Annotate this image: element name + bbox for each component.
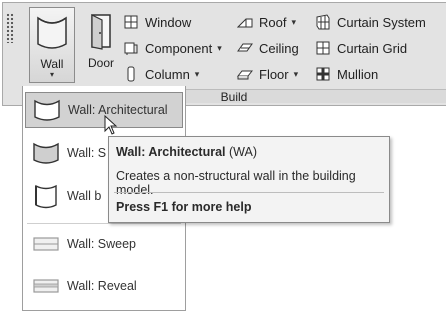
window-label: Window bbox=[145, 14, 192, 30]
menu-item-label: Wall b bbox=[67, 189, 102, 203]
curtain-grid-button[interactable]: Curtain Grid bbox=[315, 39, 407, 57]
floor-label: Floor bbox=[259, 66, 289, 82]
component-icon bbox=[124, 42, 138, 55]
tooltip-title: Wall: Architectural (WA) bbox=[116, 145, 257, 159]
tooltip-title-name: Wall: Architectural bbox=[116, 145, 226, 159]
column-icon bbox=[127, 66, 135, 82]
wall-sweep-icon bbox=[33, 237, 59, 251]
door-icon bbox=[91, 14, 111, 50]
curtain-system-label: Curtain System bbox=[337, 14, 426, 30]
curtain-system-button[interactable]: Curtain System bbox=[315, 13, 426, 31]
mullion-button[interactable]: Mullion bbox=[315, 65, 378, 83]
ceiling-label: Ceiling bbox=[259, 40, 299, 56]
column-button[interactable]: Column ▾ bbox=[123, 65, 199, 83]
mullion-label: Mullion bbox=[337, 66, 379, 82]
roof-label: Roof bbox=[259, 14, 287, 30]
tooltip-shortcut: (WA) bbox=[225, 145, 257, 159]
component-label: Component bbox=[145, 40, 213, 56]
menu-item-label: Wall: S bbox=[67, 146, 107, 160]
wall-button-label: Wall bbox=[40, 57, 64, 71]
ceiling-icon bbox=[237, 43, 253, 52]
wall-reveal-icon bbox=[33, 279, 59, 293]
ceiling-button[interactable]: Ceiling bbox=[237, 39, 299, 57]
curtain-system-icon bbox=[316, 14, 330, 30]
chevron-down-icon[interactable]: ▾ bbox=[291, 17, 296, 28]
mouse-cursor-icon bbox=[104, 115, 118, 135]
door-button[interactable]: Door bbox=[81, 7, 121, 83]
wall-button[interactable]: Wall ▾ bbox=[29, 7, 75, 83]
tooltip-help: Press F1 for more help bbox=[116, 200, 252, 214]
menu-item-wall-reveal[interactable]: Wall: Reveal bbox=[25, 268, 183, 304]
menu-separator bbox=[27, 223, 181, 224]
floor-button[interactable]: Floor ▾ bbox=[237, 65, 298, 83]
chevron-down-icon[interactable]: ▾ bbox=[30, 71, 74, 79]
window-button[interactable]: Window bbox=[123, 13, 191, 31]
wall-architectural-icon bbox=[34, 99, 60, 121]
wall-structural-icon bbox=[33, 142, 59, 164]
chevron-down-icon[interactable]: ▾ bbox=[217, 43, 222, 54]
tooltip: Wall: Architectural (WA) Creates a non-s… bbox=[108, 136, 390, 223]
tooltip-divider bbox=[114, 192, 384, 193]
door-button-label: Door bbox=[87, 56, 114, 70]
panel-grip[interactable] bbox=[6, 13, 14, 43]
roof-icon bbox=[237, 18, 253, 28]
wall-by-face-icon bbox=[35, 184, 57, 209]
mullion-icon bbox=[316, 67, 330, 81]
roof-button[interactable]: Roof ▾ bbox=[237, 13, 296, 31]
curtain-grid-label: Curtain Grid bbox=[337, 40, 408, 56]
menu-item-label: Wall: Sweep bbox=[67, 237, 137, 251]
column-label: Column bbox=[145, 66, 190, 82]
curtain-grid-icon bbox=[316, 41, 330, 55]
menu-item-label: Wall: Reveal bbox=[67, 279, 137, 293]
window-icon bbox=[124, 15, 138, 29]
chevron-down-icon[interactable]: ▾ bbox=[195, 69, 200, 80]
wall-icon bbox=[37, 16, 67, 49]
floor-icon bbox=[237, 70, 253, 80]
menu-item-wall-sweep[interactable]: Wall: Sweep bbox=[25, 226, 183, 262]
chevron-down-icon[interactable]: ▾ bbox=[294, 69, 299, 80]
component-button[interactable]: Component ▾ bbox=[123, 39, 222, 57]
